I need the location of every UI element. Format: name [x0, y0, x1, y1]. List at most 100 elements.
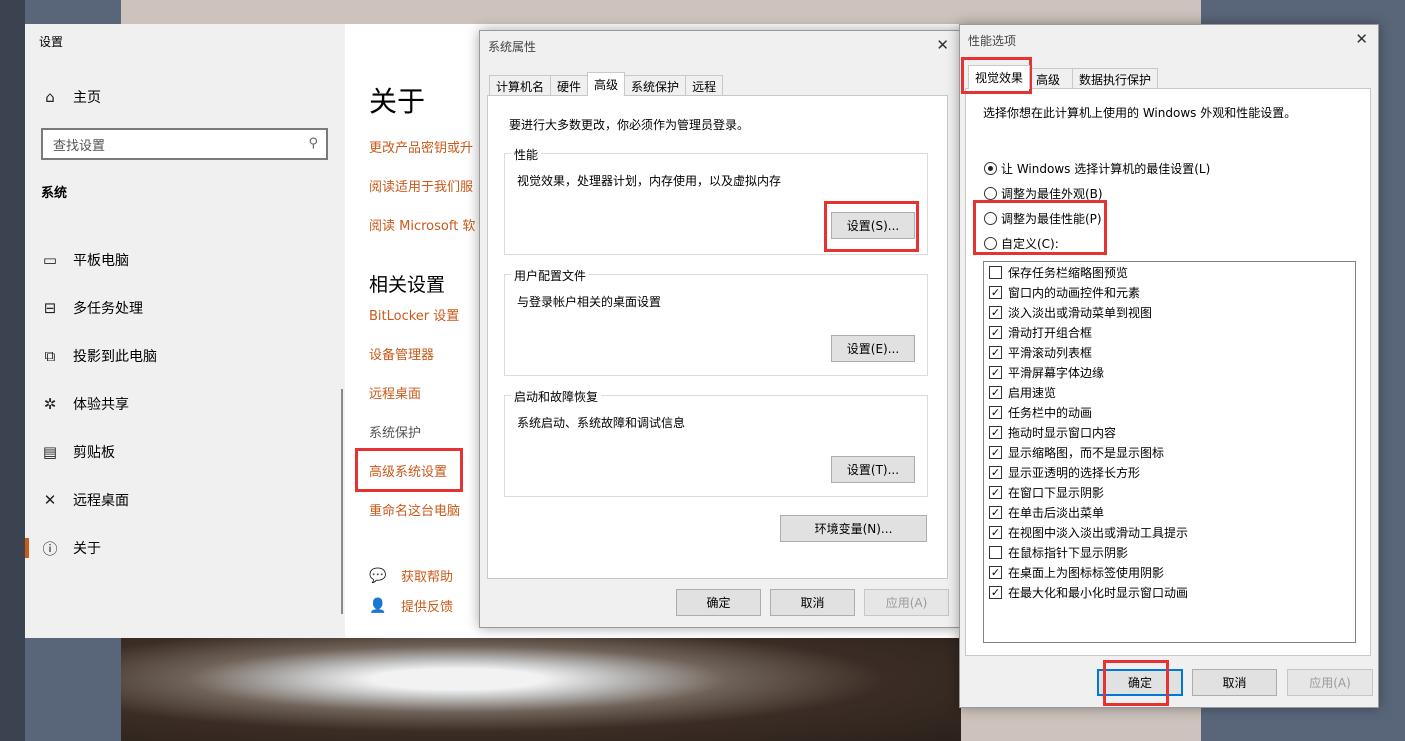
sidebar-item-clipboard[interactable]: ▤ 剪贴板 [25, 436, 345, 468]
link-system-protection[interactable]: 系统保护 [369, 422, 421, 441]
feedback-label: 提供反馈 [401, 600, 454, 615]
checkbox-row[interactable]: ✓ 平滑滚动列表框 [989, 342, 1092, 362]
checkbox-row[interactable]: ✓ 任务栏中的动画 [989, 402, 1092, 422]
checkbox-row[interactable]: ✓ 窗口内的动画控件和元素 [989, 282, 1140, 302]
checkbox-empty-icon[interactable] [989, 545, 1002, 559]
checkbox-label: 启用速览 [1008, 385, 1057, 400]
remote-icon: ✕ [43, 491, 57, 509]
checkbox-checked-icon[interactable]: ✓ [989, 505, 1002, 519]
performance-options-dialog: 性能选项 ✕ 视觉效果 高级 数据执行保护 选择你想在此计算机上使用的 Wind… [959, 24, 1379, 708]
ok-button[interactable]: 确定 [676, 589, 761, 616]
checkbox-checked-icon[interactable]: ✓ [989, 385, 1002, 399]
checkbox-checked-icon[interactable]: ✓ [989, 345, 1002, 359]
feedback-link[interactable]: 👤 提供反馈 [369, 596, 454, 616]
checkbox-checked-icon[interactable]: ✓ [989, 305, 1002, 319]
tab-dep[interactable]: 数据执行保护 [1072, 68, 1159, 89]
sidebar-item-label: 远程桌面 [73, 493, 129, 509]
checkbox-row[interactable]: ✓ 滑动打开组合框 [989, 322, 1092, 342]
group-label: 性能 [511, 146, 542, 163]
sidebar-item-tablet[interactable]: ▭ 平板电脑 [25, 244, 345, 276]
group-label: 启动和故障恢复 [511, 388, 602, 405]
apply-button[interactable]: 应用(A) [864, 589, 949, 616]
sidebar-item-label: 主页 [73, 90, 101, 106]
checkbox-row[interactable]: ✓ 在桌面上为图标标签使用阴影 [989, 562, 1164, 582]
checkbox-row[interactable]: ✓ 在最大化和最小化时显示窗口动画 [989, 582, 1188, 602]
checkbox-row[interactable]: ✓ 平滑屏幕字体边缘 [989, 362, 1104, 382]
checkbox-row[interactable]: ✓ 启用速览 [989, 382, 1056, 402]
group-desc: 系统启动、系统故障和调试信息 [517, 416, 686, 430]
checkbox-row[interactable]: ✓ 显示缩略图，而不是显示图标 [989, 442, 1164, 462]
sidebar-item-label: 体验共享 [73, 397, 129, 413]
environment-variables-button[interactable]: 环境变量(N)... [780, 515, 927, 542]
tab-visual-effects[interactable]: 视觉效果 [968, 65, 1031, 89]
checkbox-row[interactable]: 保存任务栏缩略图预览 [989, 262, 1128, 282]
visual-effects-list[interactable]: 保存任务栏缩略图预览 ✓ 窗口内的动画控件和元素 ✓ 淡入淡出或滑动菜单到视图 ✓ 滑动打开… [983, 261, 1356, 643]
cancel-button[interactable]: 取消 [770, 589, 855, 616]
system-properties-dialog: 系统属性 ✕ 计算机名 硬件 高级 系统保护 远程 要进行大多数更改，你必须作为… [479, 30, 960, 628]
sidebar-item-share[interactable]: ✲ 体验共享 [25, 388, 345, 420]
checkbox-label: 淡入淡出或滑动菜单到视图 [1008, 305, 1153, 320]
tab-remote[interactable]: 远程 [685, 75, 724, 96]
checkbox-checked-icon[interactable]: ✓ [989, 405, 1002, 419]
checkbox-checked-icon[interactable]: ✓ [989, 425, 1002, 439]
sidebar-item-label: 剪贴板 [73, 445, 115, 461]
profile-settings-button[interactable]: 设置(E)... [831, 335, 915, 362]
checkbox-empty-icon[interactable] [989, 265, 1002, 279]
cancel-button[interactable]: 取消 [1192, 669, 1277, 696]
tablet-icon: ▭ [42, 251, 58, 269]
link-license-terms[interactable]: 阅读 Microsoft 软 [369, 215, 475, 234]
get-help-link[interactable]: 💬 获取帮助 [369, 566, 453, 586]
search-placeholder: 查找设置 [53, 138, 106, 154]
admin-note: 要进行大多数更改，你必须作为管理员登录。 [509, 118, 750, 132]
highlight-advanced-settings [355, 448, 463, 492]
checkbox-checked-icon[interactable]: ✓ [989, 485, 1002, 499]
tab-hardware[interactable]: 硬件 [550, 75, 589, 96]
checkbox-checked-icon[interactable]: ✓ [989, 525, 1002, 539]
checkbox-checked-icon[interactable]: ✓ [989, 445, 1002, 459]
sidebar-scrollbar[interactable] [341, 389, 343, 614]
checkbox-row[interactable]: ✓ 淡入淡出或滑动菜单到视图 [989, 302, 1152, 322]
checkbox-label: 保存任务栏缩略图预览 [1008, 265, 1129, 280]
link-service-terms[interactable]: 阅读适用于我们服 [369, 176, 473, 195]
checkbox-checked-icon[interactable]: ✓ [989, 585, 1002, 599]
sidebar-item-multitask[interactable]: ⊟ 多任务处理 [25, 292, 345, 324]
group-startup-recovery: 启动和故障恢复 系统启动、系统故障和调试信息 设置(T)... [504, 388, 928, 497]
sidebar-item-home[interactable]: ⌂ 主页 [25, 81, 345, 113]
checkbox-label: 平滑屏幕字体边缘 [1008, 365, 1105, 380]
link-device-manager[interactable]: 设备管理器 [369, 344, 434, 363]
sidebar-item-project[interactable]: ⧉ 投影到此电脑 [25, 340, 345, 372]
checkbox-row[interactable]: ✓ 拖动时显示窗口内容 [989, 422, 1116, 442]
checkbox-checked-icon[interactable]: ✓ [989, 365, 1002, 379]
radio-let-windows-choose[interactable]: 让 Windows 选择计算机的最佳设置(L) [984, 160, 1210, 177]
link-change-key[interactable]: 更改产品密钥或升 [369, 137, 473, 156]
checkbox-row[interactable]: ✓ 在视图中淡入淡出或滑动工具提示 [989, 522, 1188, 542]
tab-system-protection[interactable]: 系统保护 [624, 75, 687, 96]
startup-settings-button[interactable]: 设置(T)... [831, 456, 915, 483]
tab-advanced[interactable]: 高级 [587, 72, 626, 96]
search-input[interactable]: 查找设置 ⚲ [41, 128, 328, 160]
apply-button[interactable]: 应用(A) [1287, 669, 1373, 696]
close-icon[interactable]: ✕ [1355, 30, 1368, 48]
checkbox-row[interactable]: 在鼠标指针下显示阴影 [989, 542, 1128, 562]
tab-advanced[interactable]: 高级 [1029, 68, 1074, 89]
link-remote-desktop[interactable]: 远程桌面 [369, 383, 421, 402]
checkbox-row[interactable]: ✓ 在单击后淡出菜单 [989, 502, 1104, 522]
close-icon[interactable]: ✕ [936, 36, 949, 54]
checkbox-row[interactable]: ✓ 在窗口下显示阴影 [989, 482, 1104, 502]
checkbox-checked-icon[interactable]: ✓ [989, 285, 1002, 299]
tab-panel-visual-effects: 选择你想在此计算机上使用的 Windows 外观和性能设置。 让 Windows… [965, 88, 1371, 656]
checkbox-row[interactable]: ✓ 显示亚透明的选择长方形 [989, 462, 1140, 482]
checkbox-checked-icon[interactable]: ✓ [989, 565, 1002, 579]
sidebar-item-about[interactable]: ⓘ 关于 [25, 532, 345, 564]
link-bitlocker[interactable]: BitLocker 设置 [369, 305, 459, 324]
clipboard-icon: ▤ [42, 443, 58, 461]
checkbox-label: 在窗口下显示阴影 [1008, 485, 1105, 500]
checkbox-checked-icon[interactable]: ✓ [989, 325, 1002, 339]
tab-panel-advanced: 要进行大多数更改，你必须作为管理员登录。 性能 视觉效果，处理器计划，内存使用，… [487, 95, 948, 579]
tab-computer-name[interactable]: 计算机名 [489, 75, 552, 96]
checkbox-checked-icon[interactable]: ✓ [989, 465, 1002, 479]
radio-dot [984, 162, 997, 175]
checkbox-label: 在单击后淡出菜单 [1008, 505, 1105, 520]
sidebar-item-remote[interactable]: ✕ 远程桌面 [25, 484, 345, 516]
link-rename-pc[interactable]: 重命名这台电脑 [369, 500, 460, 519]
